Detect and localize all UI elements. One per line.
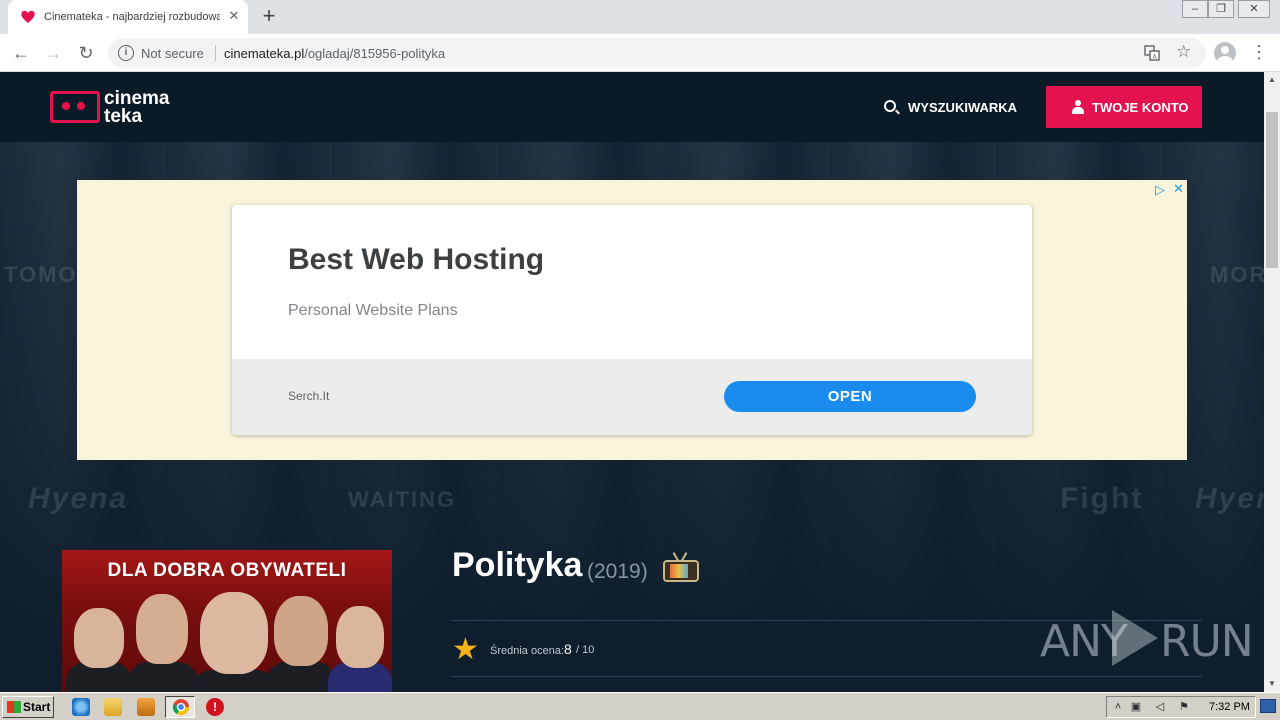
ad-footer: Serch.It OPEN xyxy=(232,359,1032,435)
start-label: Start xyxy=(23,700,51,714)
poster-figure xyxy=(128,662,198,692)
scroll-up-icon[interactable]: ▲ xyxy=(1264,72,1280,88)
url-host: cinemateka.pl xyxy=(224,46,305,61)
tab-close-icon[interactable]: ✕ xyxy=(226,8,242,24)
restore-button[interactable]: ❐ xyxy=(1208,0,1234,18)
logo-dot-icon xyxy=(77,102,85,110)
star-icon: ★ xyxy=(452,633,479,666)
page-viewport: TOMORROW MOR Hyena WAITING Hyena Fight c… xyxy=(0,72,1264,692)
ad-open-button[interactable]: OPEN xyxy=(724,381,976,412)
poster-figure xyxy=(266,662,336,692)
search-icon xyxy=(884,100,896,112)
account-button[interactable]: TWOJE KONTO xyxy=(1046,86,1202,128)
windows-taskbar: Start ! ˄ ▣ ◁ ⚑ 7:32 PM xyxy=(0,692,1280,720)
film-title: Polityka xyxy=(452,546,583,584)
rating-label: Średnia ocena: xyxy=(490,645,564,657)
scroll-down-icon[interactable]: ▼ xyxy=(1264,676,1280,692)
chrome-menu-icon[interactable]: ⋮ xyxy=(1250,42,1268,64)
user-icon xyxy=(1072,100,1084,114)
site-header: cinema teka WYSZUKIWARKA TWOJE KONTO xyxy=(0,72,1264,142)
account-button-label: TWOJE KONTO xyxy=(1092,100,1189,115)
back-arrow-icon[interactable]: ← xyxy=(8,40,34,66)
chrome-taskbar-button[interactable] xyxy=(165,696,195,718)
watermark-right: RUN xyxy=(1160,616,1254,667)
rating-max: / 10 xyxy=(576,644,595,656)
ad-close-icon[interactable]: ✕ xyxy=(1173,181,1184,197)
internet-explorer-icon[interactable] xyxy=(72,698,90,716)
film-poster[interactable]: DLA DOBRA OBYWATELI xyxy=(62,550,392,692)
cinemateka-logo[interactable]: cinema teka xyxy=(50,89,190,127)
poster-face xyxy=(200,592,268,674)
poster-face xyxy=(136,594,188,664)
reload-icon[interactable]: ↻ xyxy=(73,40,99,66)
ad-brand: Serch.It xyxy=(288,389,330,403)
logo-text-line2: teka xyxy=(104,106,143,127)
browser-tab-strip: Cinemateka - najbardziej rozbudowana ✕ +… xyxy=(0,0,1280,34)
adchoices-icon[interactable]: ▷ xyxy=(1155,182,1165,198)
cinemateka-favicon-icon xyxy=(21,10,35,23)
logo-dot-icon xyxy=(62,102,70,110)
folder-icon[interactable] xyxy=(104,698,122,716)
poster-face xyxy=(274,596,328,666)
bookmark-star-icon[interactable]: ☆ xyxy=(1176,42,1191,62)
url-text[interactable]: cinemateka.pl/ogladaj/815956-polityka xyxy=(224,46,445,61)
show-desktop-icon[interactable] xyxy=(1260,699,1276,713)
omnibox-separator xyxy=(215,45,216,61)
poster-face xyxy=(74,608,124,668)
ad-banner: ▷ ✕ Best Web Hosting Personal Website Pl… xyxy=(77,180,1187,460)
close-window-button[interactable]: ✕ xyxy=(1238,0,1270,18)
profile-avatar-icon[interactable] xyxy=(1214,42,1236,64)
forward-arrow-icon[interactable]: → xyxy=(40,40,66,66)
windows-logo-icon xyxy=(7,701,21,713)
browser-tab[interactable]: Cinemateka - najbardziej rozbudowana ✕ xyxy=(8,0,248,34)
new-tab-button[interactable]: + xyxy=(258,5,280,28)
ad-headline: Best Web Hosting xyxy=(288,243,545,276)
translate-icon[interactable]: A xyxy=(1144,45,1160,61)
tab-title: Cinemateka - najbardziej rozbudowana xyxy=(44,11,220,23)
taskbar-clock[interactable]: 7:32 PM xyxy=(1209,701,1250,713)
ad-subline: Personal Website Plans xyxy=(288,302,458,319)
url-path: /ogladaj/815956-polityka xyxy=(304,46,446,61)
system-tray: ˄ ▣ ◁ ⚑ 7:32 PM xyxy=(1106,696,1256,718)
poster-tagline: DLA DOBRA OBYWATELI xyxy=(107,560,347,581)
network-icon[interactable]: ▣ xyxy=(1129,700,1143,714)
scroll-thumb[interactable] xyxy=(1266,112,1278,268)
stop-icon[interactable]: ! xyxy=(206,698,224,716)
volume-icon[interactable]: ◁ xyxy=(1153,700,1167,714)
film-year: (2019) xyxy=(587,560,648,583)
search-link-label: WYSZUKIWARKA xyxy=(908,100,1018,115)
rating-value: 8 xyxy=(564,641,572,657)
tray-expand-icon[interactable]: ˄ xyxy=(1111,700,1125,714)
page-scrollbar[interactable]: ▲ ▼ xyxy=(1264,72,1280,692)
watermark-play-icon xyxy=(1112,610,1158,666)
chrome-icon xyxy=(172,699,190,716)
anyrun-watermark: ANY RUN xyxy=(1040,608,1254,670)
action-center-flag-icon[interactable]: ⚑ xyxy=(1177,700,1191,714)
logo-film-frame-icon xyxy=(50,91,100,123)
start-button[interactable]: Start xyxy=(2,696,54,718)
media-player-icon[interactable] xyxy=(137,698,155,716)
tv-icon xyxy=(661,552,701,584)
minimize-button[interactable]: – xyxy=(1182,0,1208,18)
address-bar[interactable]: i Not secure cinemateka.pl/ogladaj/81595… xyxy=(108,38,1206,68)
divider xyxy=(452,676,1202,677)
browser-toolbar: ← → ↻ i Not secure cinemateka.pl/ogladaj… xyxy=(0,34,1280,72)
ad-card[interactable]: Best Web Hosting Personal Website Plans … xyxy=(232,205,1032,435)
poster-face xyxy=(336,606,384,668)
security-label: Not secure xyxy=(141,46,204,61)
info-icon[interactable]: i xyxy=(118,45,134,61)
